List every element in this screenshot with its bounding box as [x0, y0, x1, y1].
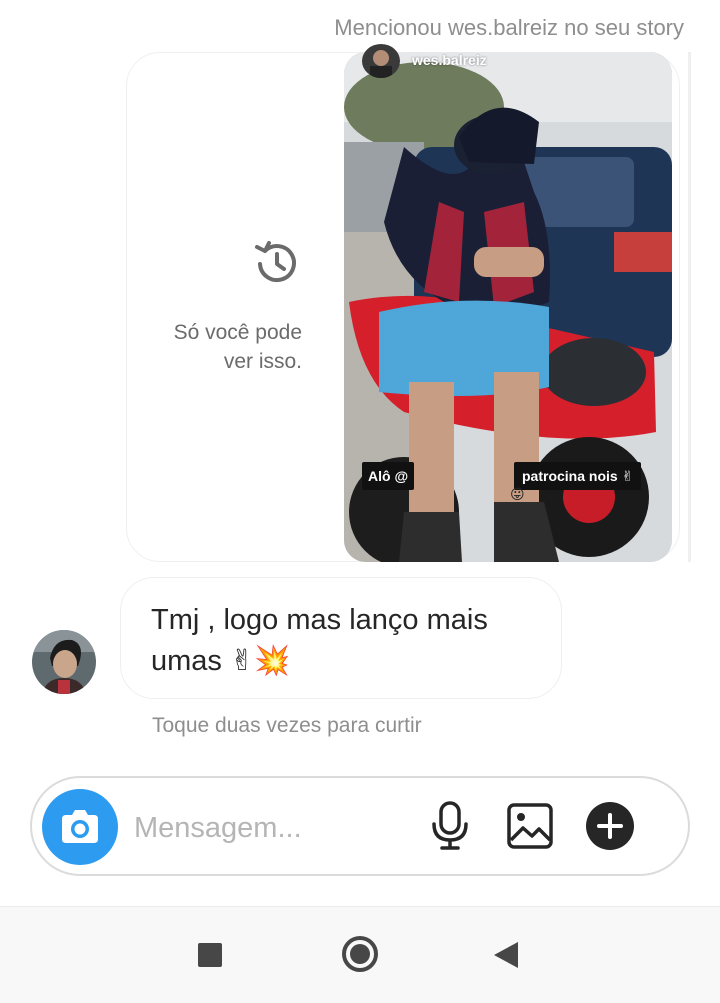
story-expired-notice: Só você pode ver isso. [173, 321, 302, 373]
camera-icon [62, 810, 98, 843]
like-hint: Toque duas vezes para curtir [152, 714, 422, 737]
camera-button[interactable] [42, 789, 118, 865]
message-input[interactable] [134, 806, 404, 850]
story-mention-text: Mencionou wes.balreiz no seu story [334, 15, 684, 40]
story-author-avatar [362, 44, 400, 78]
story-caption-mention: Alô @ [362, 462, 415, 490]
plus-icon[interactable] [586, 802, 634, 850]
message-bubble[interactable]: Tmj , logo mas lanço mais umas ✌💥 [120, 577, 562, 699]
story-card-divider [688, 52, 691, 562]
gallery-icon[interactable] [506, 802, 554, 850]
recent-apps-icon[interactable] [198, 943, 222, 967]
story-username: wes.balreiz [412, 52, 487, 68]
sender-avatar[interactable] [32, 630, 96, 694]
history-icon [255, 241, 296, 282]
story-caption-emoji: 😛 [510, 486, 525, 502]
back-icon[interactable] [492, 940, 520, 970]
home-icon[interactable] [340, 934, 380, 974]
microphone-icon[interactable] [428, 800, 472, 852]
story-caption-text: patrocina nois ✌ [514, 462, 642, 490]
